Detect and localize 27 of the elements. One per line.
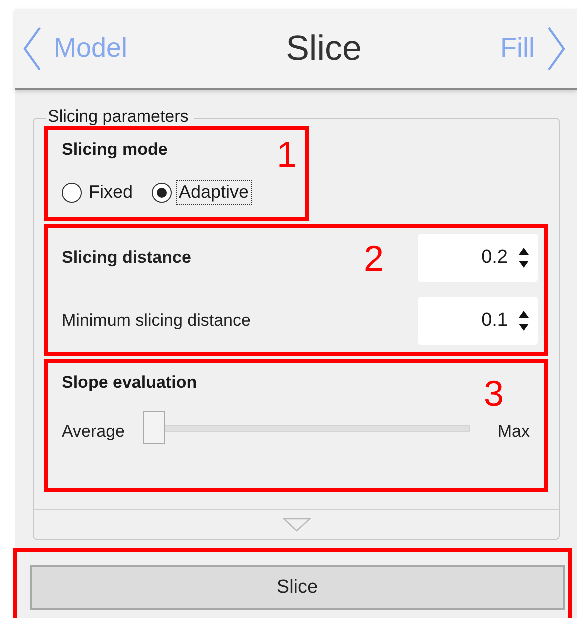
chevron-left-icon (22, 26, 42, 72)
slice-button[interactable]: Slice (30, 565, 565, 610)
radio-button[interactable] (62, 182, 82, 202)
slider-min-label: Average (62, 422, 126, 442)
field-label: Minimum slicing distance (62, 311, 251, 331)
section-heading: Slope evaluation (62, 373, 198, 393)
field-label: Slicing distance (62, 248, 192, 268)
triangle-down-icon (282, 518, 310, 532)
spinner-arrows-icon (518, 310, 530, 332)
radio-option[interactable]: Adaptive (152, 180, 252, 205)
section-heading: Slicing mode (62, 140, 168, 160)
radio-button[interactable] (152, 182, 172, 202)
group-title: Slicing parameters (46, 107, 194, 127)
radio-label: Fixed (88, 181, 134, 204)
radio-option[interactable]: Fixed (62, 180, 136, 205)
slider-track[interactable] (143, 411, 470, 444)
callout-number: 3 (484, 373, 504, 415)
callout-number: 1 (276, 134, 297, 176)
slider-thumb[interactable] (143, 411, 166, 444)
callout-number: 2 (364, 238, 384, 280)
number-field[interactable]: 0.1 (418, 297, 538, 345)
number-field[interactable]: 0.2 (418, 234, 538, 282)
page-title: Slice (286, 28, 362, 68)
chevron-right-icon (546, 26, 567, 72)
radio-label: Adaptive (176, 180, 252, 205)
slider-max-label: Max (498, 422, 530, 442)
spinner-arrows-icon (518, 247, 530, 269)
